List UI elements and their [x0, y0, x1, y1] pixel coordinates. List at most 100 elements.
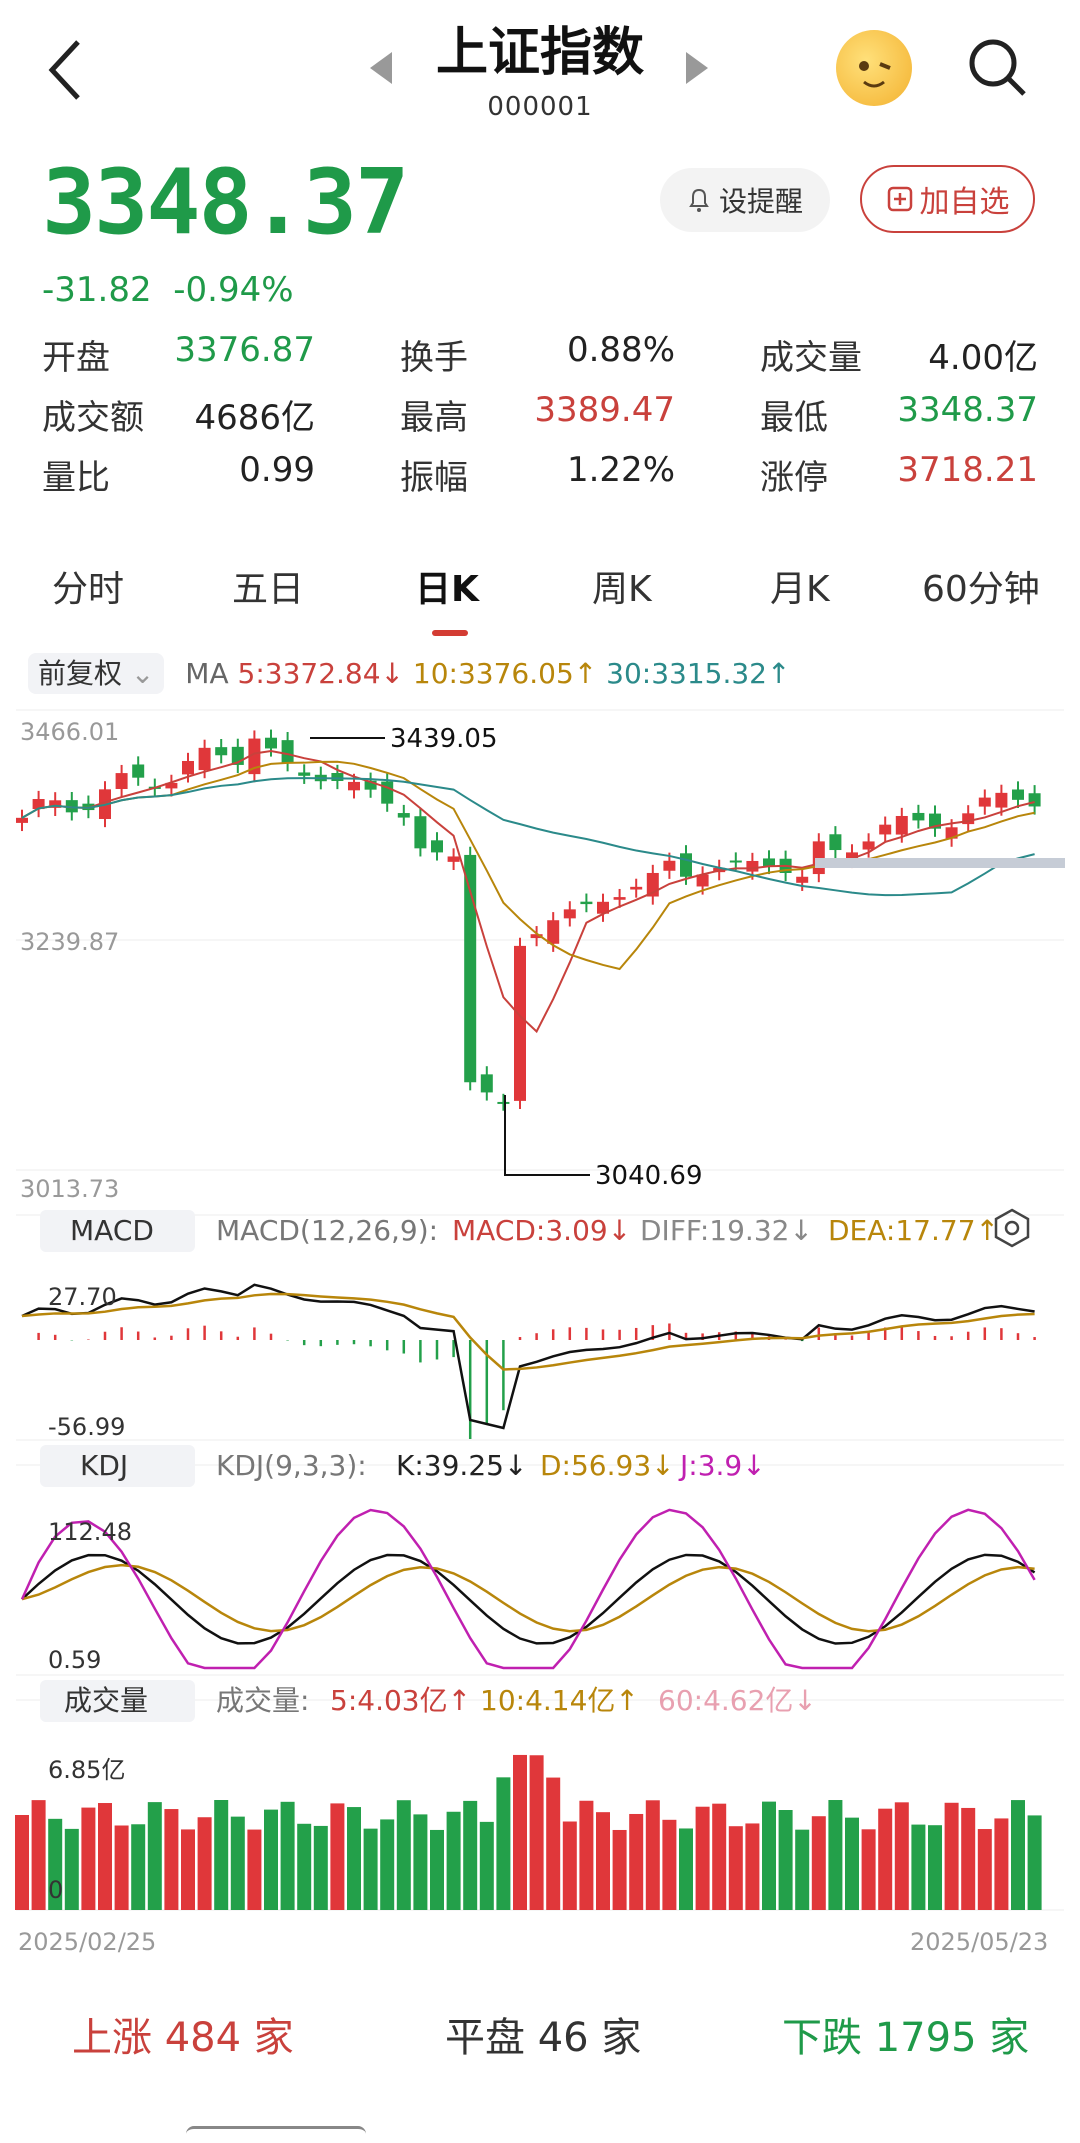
candle-body	[663, 860, 676, 871]
volume-bar	[297, 1823, 312, 1910]
candle-body	[729, 860, 742, 863]
candle-body	[580, 901, 593, 905]
macd-legend: MACD MACD(12,26,9): MACD:3.09↓ DIFF:19.3…	[40, 1208, 1030, 1252]
volume-bar	[629, 1813, 644, 1910]
tab-2[interactable]: 日K	[415, 560, 479, 612]
candle-body	[995, 792, 1008, 808]
ma30-value: 30:3315.32↑	[606, 657, 791, 690]
mascot-icon[interactable]	[836, 30, 912, 106]
decliners: 下跌 1795 家	[782, 2005, 1029, 2063]
tab-1[interactable]: 五日	[232, 560, 304, 612]
unchanged-count: 46	[537, 2015, 589, 2061]
decliners-unit: 家	[989, 2015, 1030, 2061]
ma5-line	[21, 749, 1035, 1034]
candle-body	[480, 1074, 493, 1093]
volume-bar	[811, 1816, 826, 1910]
tab-5[interactable]: 60分钟	[922, 560, 1040, 612]
current-price: 3348.37	[42, 150, 409, 255]
volume-bar	[529, 1755, 544, 1910]
volume-bar	[878, 1808, 893, 1910]
stat-value: 0.88%	[566, 330, 675, 370]
candle-body	[431, 840, 443, 853]
volume-bar	[679, 1828, 693, 1910]
stat-label: 量比	[42, 458, 110, 498]
candle-body	[829, 834, 842, 851]
stat-value: 4686亿	[194, 398, 315, 438]
set-alert-button[interactable]: 设提醒	[660, 168, 830, 232]
ma-label: MA	[185, 657, 229, 690]
stat-value: 3348.37	[897, 390, 1038, 430]
adjust-label: 前复权	[38, 657, 123, 690]
tab-0[interactable]: 分时	[52, 560, 124, 612]
stat-label: 振幅	[400, 458, 468, 498]
volume-label: 成交量:	[216, 1684, 309, 1717]
candle-body	[912, 812, 925, 821]
vol5-value: 5:4.03亿↑	[330, 1684, 471, 1717]
search-icon	[969, 39, 1026, 96]
candle-body	[381, 781, 394, 804]
volume-bar	[944, 1802, 959, 1910]
macd-params: MACD(12,26,9):	[216, 1214, 438, 1247]
volume-bar	[562, 1821, 577, 1910]
kdj-name: KDJ	[80, 1449, 128, 1482]
volume-bar	[828, 1800, 843, 1910]
candle-body	[978, 797, 991, 807]
adjust-selector[interactable]: 前复权 ⌄	[28, 653, 165, 694]
stat-label: 换手	[400, 338, 468, 378]
tab-3[interactable]: 周K	[592, 560, 652, 612]
volume-bar	[64, 1828, 79, 1910]
next-index-arrow[interactable]	[686, 52, 708, 84]
volume-bar	[347, 1807, 361, 1910]
volume-bar	[1011, 1800, 1025, 1910]
candle-body	[563, 909, 576, 919]
kdj-ymax-label: 112.48	[48, 1518, 132, 1546]
ma-legend: 前复权 ⌄ MA 5:3372.84↓ 10:3376.05↑ 30:3315.…	[28, 652, 791, 694]
unchanged-label: 平盘	[445, 2015, 525, 2061]
high-label: 3439.05	[390, 724, 498, 754]
end-date-label: 2025/05/23	[910, 1928, 1048, 1956]
vol60-value: 60:4.62亿↓	[658, 1684, 817, 1717]
volume-bar	[197, 1817, 212, 1910]
dea-value: DEA:17.77↑	[828, 1214, 999, 1247]
volume-bar	[778, 1810, 793, 1910]
volume-bar	[463, 1800, 478, 1910]
volume-bar	[363, 1828, 378, 1910]
volume-bar	[994, 1818, 1009, 1910]
volume-legend: 成交量 成交量: 5:4.03亿↑ 10:4.14亿↑ 60:4.62亿↓	[40, 1680, 817, 1722]
macd-name: MACD	[70, 1214, 154, 1247]
candle-body	[514, 945, 526, 1101]
candle-body	[182, 760, 194, 775]
volume-bar	[546, 1777, 561, 1910]
candle-body	[132, 764, 145, 778]
kline-chart[interactable]: 3466.01 3239.87 3013.73 3439.05 3040.69 …	[0, 700, 1080, 1980]
set-alert-label: 设提醒	[718, 185, 803, 218]
plus-box-icon	[887, 186, 912, 212]
low-label: 3040.69	[595, 1161, 703, 1191]
candle-body	[265, 737, 277, 749]
advancers-count: 484	[164, 2015, 242, 2061]
volume-bar	[961, 1807, 976, 1910]
volume-bar	[745, 1823, 760, 1910]
volume-bar	[579, 1800, 594, 1910]
stat-label: 涨停	[760, 458, 828, 498]
chart-tabs: 分时 五日 日K 周K 月K 60分钟	[0, 560, 1080, 620]
kdj-ymin-label: 0.59	[48, 1646, 101, 1674]
volume-bar	[712, 1803, 727, 1910]
search-button[interactable]	[966, 36, 1028, 98]
candle-body	[862, 841, 875, 850]
advancers-label: 上涨	[72, 2015, 152, 2061]
tab-4[interactable]: 月K	[770, 560, 830, 612]
volume-bar	[247, 1829, 262, 1910]
volume-bar	[446, 1811, 461, 1910]
index-code: 000001	[487, 92, 593, 122]
add-favorite-label: 加自选	[919, 185, 1010, 220]
candle-body	[298, 772, 311, 776]
volume-ymax-label: 6.85亿	[48, 1756, 125, 1784]
stat-value: 3718.21	[897, 450, 1038, 490]
volume-bar	[230, 1816, 245, 1910]
volume-bar	[662, 1819, 677, 1910]
change-percent: -0.94%	[173, 270, 294, 310]
volume-bar	[280, 1801, 295, 1910]
add-favorite-button[interactable]: 加自选	[860, 165, 1035, 233]
stat-value: 3389.47	[534, 390, 675, 430]
